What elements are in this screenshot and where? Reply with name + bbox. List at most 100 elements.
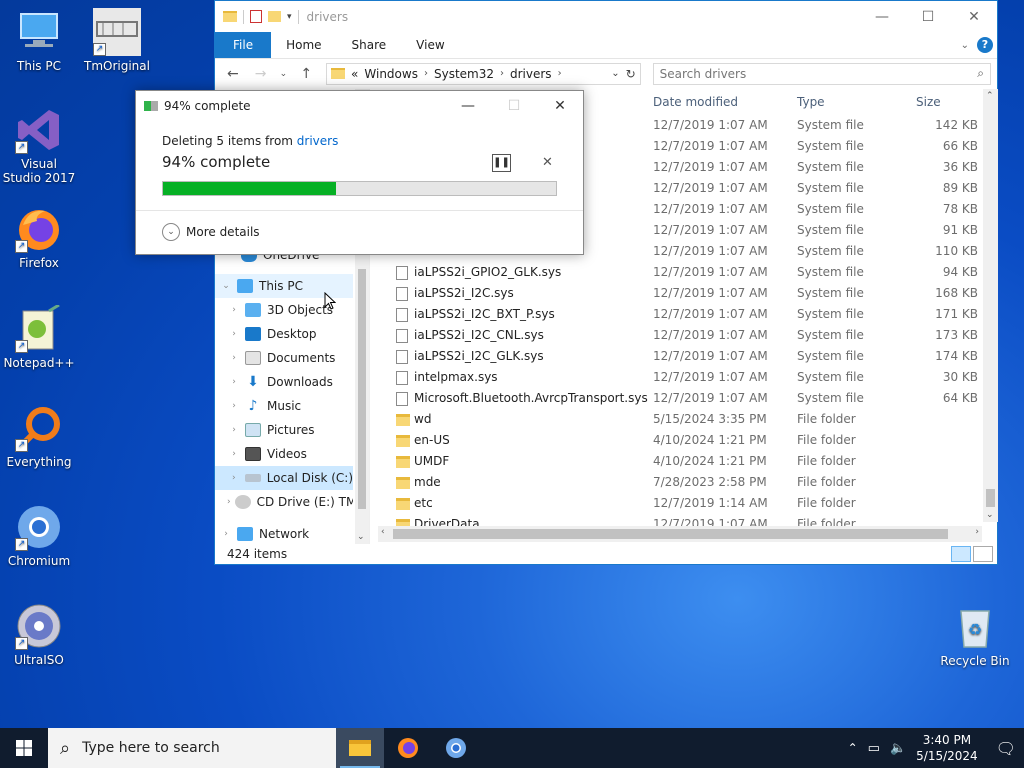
desktop-icon-recycle-bin[interactable]: ♻ Recycle Bin <box>937 603 1013 668</box>
network-icon[interactable]: ▭ <box>868 741 880 756</box>
breadcrumb-windows[interactable]: Windows <box>364 67 418 81</box>
taskbar-search-input[interactable]: Type here to search <box>82 740 220 756</box>
chevron-right-icon[interactable]: › <box>219 529 233 539</box>
expand-ribbon-icon[interactable]: ⌄ <box>961 40 969 51</box>
taskbar-file-explorer[interactable] <box>336 728 384 768</box>
table-row[interactable]: etc 12/7/2019 1:14 AM File folder <box>378 493 978 514</box>
chevron-right-icon[interactable]: › <box>500 68 504 79</box>
chevron-right-icon[interactable]: › <box>227 473 241 483</box>
nav-item-documents[interactable]: › Documents <box>215 346 353 370</box>
notifications-icon[interactable]: 🗨 <box>996 739 1016 758</box>
scroll-left-icon[interactable]: ‹ <box>381 527 385 537</box>
chevron-right-icon[interactable]: › <box>424 68 428 79</box>
address-dropdown-icon[interactable]: ⌄ <box>611 68 619 79</box>
table-row[interactable]: iaLPSS2i_I2C_GLK.sys 12/7/2019 1:07 AM Sys… <box>378 346 978 367</box>
nav-item-network[interactable]: › Network <box>215 522 353 546</box>
taskbar-firefox[interactable] <box>384 728 432 768</box>
nav-scrollbar-thumb[interactable] <box>358 269 366 509</box>
help-icon[interactable]: ? <box>977 37 993 53</box>
tab-view[interactable]: View <box>401 32 459 58</box>
up-button[interactable]: ↑ <box>294 66 318 82</box>
scroll-down-icon[interactable]: ⌄ <box>986 510 994 520</box>
clock[interactable]: 3:40 PM 5/15/2024 <box>916 732 978 764</box>
table-row[interactable]: en-US 4/10/2024 1:21 PM File folder <box>378 430 978 451</box>
scroll-right-icon[interactable]: › <box>975 527 979 537</box>
scroll-down-icon[interactable]: ⌄ <box>357 532 365 542</box>
column-header-type[interactable]: Type <box>797 95 825 115</box>
delete-progress-dialog[interactable]: 94% complete — ☐ ✕ Deleting 5 items from… <box>135 90 584 255</box>
minimize-button[interactable]: — <box>445 98 491 114</box>
address-prefix[interactable]: « <box>351 67 358 81</box>
desktop-icon-notepadpp[interactable]: ↗ Notepad++ <box>1 303 77 370</box>
table-row[interactable]: wd 5/15/2024 3:35 PM File folder <box>378 409 978 430</box>
pause-button[interactable]: ❚❚ <box>492 154 511 172</box>
chevron-right-icon[interactable]: › <box>227 353 241 363</box>
start-button[interactable] <box>0 728 48 768</box>
maximize-button[interactable]: ☐ <box>905 2 951 32</box>
chevron-right-icon[interactable]: › <box>227 401 241 411</box>
chevron-right-icon[interactable]: › <box>227 377 241 387</box>
search-box[interactable]: Search drivers ⌕ <box>652 62 991 85</box>
table-row[interactable]: iaLPSS2i_I2C_BXT_P.sys 12/7/2019 1:07 AM S… <box>378 304 978 325</box>
source-folder-link[interactable]: drivers <box>297 134 339 148</box>
chevron-right-icon[interactable]: › <box>227 497 231 507</box>
forward-button[interactable]: → <box>249 66 273 82</box>
minimize-button[interactable]: — <box>859 2 905 32</box>
desktop-icon-ultraiso[interactable]: ↗ UltraISO <box>1 602 77 667</box>
large-icons-view-button[interactable] <box>973 546 993 562</box>
table-row[interactable]: mde 7/28/2023 2:58 PM File folder <box>378 472 978 493</box>
vertical-scrollbar-thumb[interactable] <box>986 489 995 507</box>
tab-share[interactable]: Share <box>337 32 402 58</box>
table-row[interactable]: iaLPSS2i_I2C.sys 12/7/2019 1:07 AM System … <box>378 283 978 304</box>
properties-icon[interactable] <box>250 10 262 23</box>
table-row[interactable]: iaLPSS2i_GPIO2_GLK.sys 12/7/2019 1:07 AM S… <box>378 262 978 283</box>
chevron-down-icon[interactable]: ▾ <box>287 12 292 22</box>
nav-item-videos[interactable]: › Videos <box>215 442 353 466</box>
breadcrumb-system32[interactable]: System32 <box>434 67 494 81</box>
explorer-titlebar[interactable]: ▾ drivers — ☐ ✕ <box>215 1 997 32</box>
nav-item-local-disk-c[interactable]: › Local Disk (C:) <box>215 466 353 490</box>
cancel-button[interactable]: ✕ <box>542 155 553 170</box>
chevron-right-icon[interactable]: › <box>227 329 241 339</box>
new-folder-icon[interactable] <box>268 11 281 22</box>
nav-item-cd-drive[interactable]: › CD Drive (E:) TM <box>215 490 353 514</box>
volume-muted-icon[interactable]: 🔈 <box>890 741 906 756</box>
horizontal-scrollbar-thumb[interactable] <box>393 529 948 539</box>
desktop-icon-tmoriginal[interactable]: ↗ TmOriginal <box>79 8 155 73</box>
file-list-horizontal-scrollbar[interactable]: ‹ › <box>378 526 982 542</box>
chevron-down-icon[interactable]: ⌄ <box>219 281 233 291</box>
nav-item-pictures[interactable]: › Pictures <box>215 418 353 442</box>
desktop-icon-visual-studio[interactable]: ↗ Visual Studio 2017 <box>1 106 77 185</box>
close-button[interactable]: ✕ <box>537 98 583 114</box>
taskbar-chromium[interactable] <box>432 728 480 768</box>
desktop-icon-everything[interactable]: ↗ Everything <box>1 404 77 469</box>
nav-item-downloads[interactable]: › ⬇ Downloads <box>215 370 353 394</box>
explorer-window[interactable]: ▾ drivers — ☐ ✕ File Home Share View ⌄ ?… <box>214 0 998 565</box>
tab-home[interactable]: Home <box>271 32 336 58</box>
column-header-date[interactable]: Date modified <box>653 95 738 115</box>
breadcrumb-drivers[interactable]: drivers <box>510 67 552 81</box>
table-row[interactable]: intelpmax.sys 12/7/2019 1:07 AM System fil… <box>378 367 978 388</box>
search-icon[interactable]: ⌕ <box>977 66 984 81</box>
address-bar[interactable]: « Windows › System32 › drivers › ⌄ ↻ <box>326 62 641 85</box>
search-input[interactable]: Search drivers <box>660 67 747 81</box>
close-button[interactable]: ✕ <box>951 2 997 32</box>
details-view-button[interactable] <box>951 546 971 562</box>
table-row[interactable]: Microsoft.Bluetooth.AvrcpTransport.sys 12… <box>378 388 978 409</box>
table-row[interactable]: UMDF 4/10/2024 1:21 PM File folder <box>378 451 978 472</box>
chevron-up-icon[interactable]: ⌃ <box>848 741 858 755</box>
taskbar-search-box[interactable]: ⌕ Type here to search <box>48 728 336 768</box>
chevron-right-icon[interactable]: › <box>227 305 241 315</box>
back-button[interactable]: ← <box>221 66 245 82</box>
dialog-titlebar[interactable]: 94% complete — ☐ ✕ <box>136 91 583 121</box>
recent-locations-icon[interactable]: ⌄ <box>276 69 290 79</box>
column-header-size[interactable]: Size <box>916 95 941 115</box>
chevron-right-icon[interactable]: › <box>227 449 241 459</box>
nav-item-music[interactable]: › ♪ Music <box>215 394 353 418</box>
file-list-vertical-scrollbar[interactable]: ⌃ ⌄ <box>983 89 998 522</box>
refresh-icon[interactable]: ↻ <box>626 67 636 81</box>
scroll-up-icon[interactable]: ⌃ <box>986 91 994 101</box>
chevron-right-icon[interactable]: › <box>558 68 562 79</box>
tab-file[interactable]: File <box>215 32 272 58</box>
desktop-icon-chromium[interactable]: ↗ Chromium <box>1 503 77 568</box>
